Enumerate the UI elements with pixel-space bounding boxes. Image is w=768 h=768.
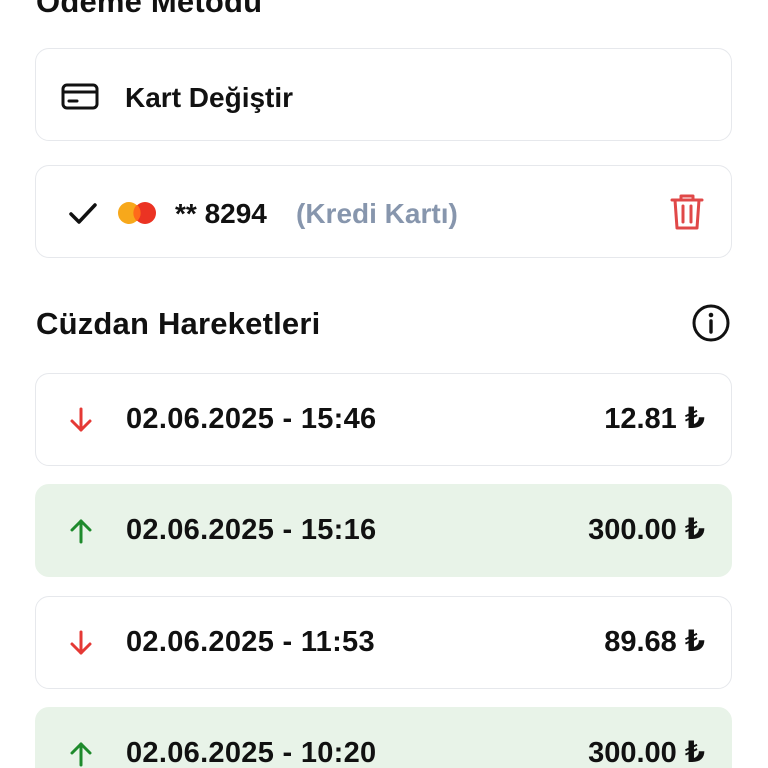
card-type: (Kredi Kartı) [296,198,458,229]
transaction-amount: 300.00 ₺ [588,737,705,768]
transaction-datetime: 02.06.2025 - 10:20 [126,737,377,768]
transaction-row[interactable]: 02.06.2025 - 15:46 12.81 ₺ [35,373,732,466]
trash-icon[interactable] [666,191,708,233]
arrow-up-icon [70,519,92,544]
change-card-label: Kart Değiştir [125,82,294,113]
transaction-amount: 300.00 ₺ [588,514,705,546]
transaction-amount: 12.81 ₺ [604,403,705,435]
credit-card-icon [61,83,99,110]
arrow-down-icon [70,630,92,655]
wallet-page: Ödeme Metodu Kart Değiştir ** 8294 (Kred… [0,0,768,768]
transaction-row[interactable]: 02.06.2025 - 15:16 300.00 ₺ [35,484,732,577]
arrow-up-icon [70,742,92,767]
wallet-transactions-title: Cüzdan Hareketleri [36,306,321,341]
check-icon [69,203,97,224]
mastercard-icon [118,202,156,224]
transaction-amount: 89.68 ₺ [604,626,705,658]
transaction-row[interactable]: 02.06.2025 - 11:53 89.68 ₺ [35,596,732,689]
card-number: ** 8294 [175,198,267,229]
info-icon[interactable] [690,302,732,344]
arrow-down-icon [70,407,92,432]
transaction-row[interactable]: 02.06.2025 - 10:20 300.00 ₺ [35,707,732,768]
transaction-datetime: 02.06.2025 - 15:16 [126,514,377,546]
payment-method-title: Ödeme Metodu [36,0,263,19]
transaction-datetime: 02.06.2025 - 15:46 [126,403,377,435]
transaction-datetime: 02.06.2025 - 11:53 [126,626,375,658]
